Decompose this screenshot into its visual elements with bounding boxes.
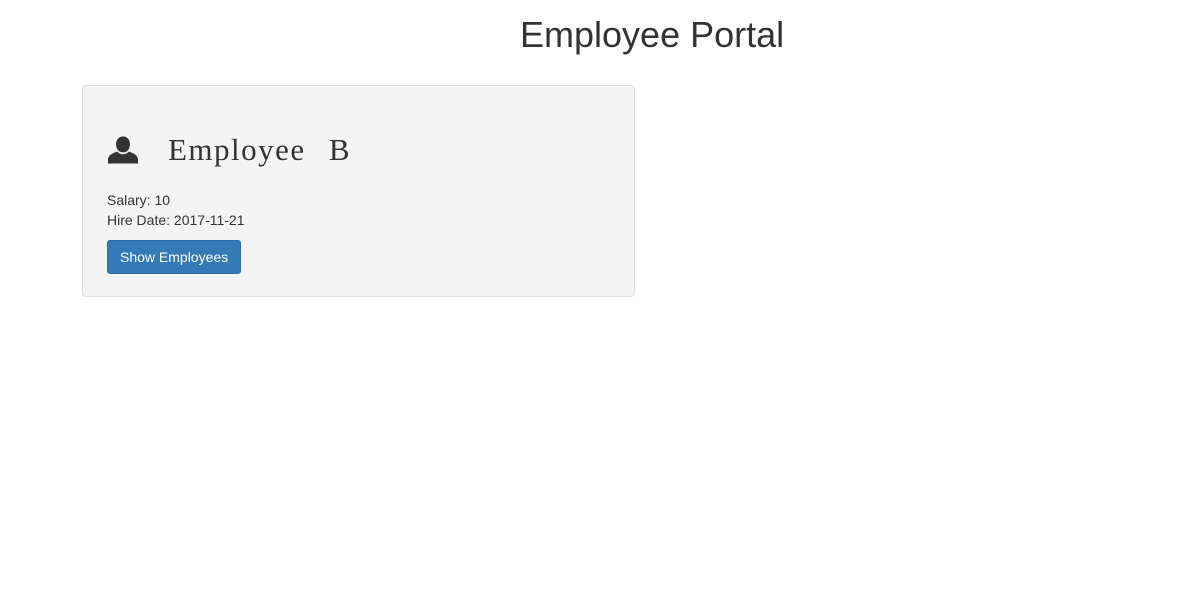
salary-value: 10 [154, 192, 171, 208]
salary-label: Salary: [107, 192, 151, 208]
salary-row: Salary: 10 [107, 190, 170, 210]
employee-name: Employee B [168, 132, 352, 167]
hire-date-label: Hire Date: [107, 212, 171, 228]
employee-card-header: Employee B [107, 130, 351, 170]
show-employees-button[interactable]: Show Employees [107, 240, 242, 274]
hire-date-value: 2017-11-21 [173, 212, 245, 228]
page-title: Employee Portal [520, 14, 785, 55]
user-icon [108, 136, 138, 164]
employee-card: Employee B Salary: 10 Hire Date: 2017-11… [82, 85, 635, 297]
hire-date-row: Hire Date: 2017-11-21 [107, 210, 245, 230]
